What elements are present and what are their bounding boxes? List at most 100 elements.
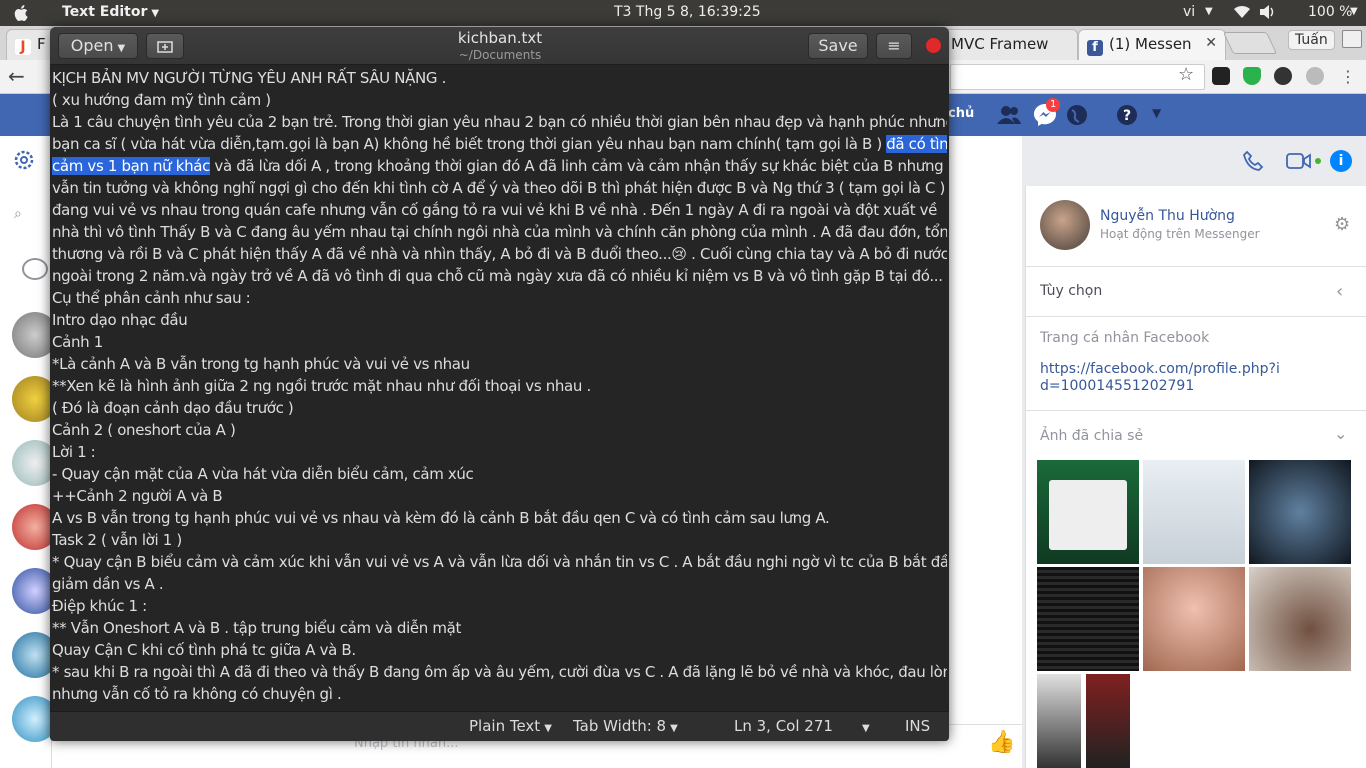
- info-icon[interactable]: i: [1330, 150, 1352, 172]
- profile-link[interactable]: https://facebook.com/profile.php?id=1000…: [1040, 361, 1280, 395]
- active-app-name: Text Editor: [62, 4, 148, 20]
- gear-icon[interactable]: ⚙: [1334, 214, 1350, 235]
- line-text: Cảnh 2 ( oneshort của A ): [52, 421, 236, 439]
- new-document-button[interactable]: [146, 33, 184, 59]
- chevron-left-icon[interactable]: ‹: [1336, 281, 1343, 302]
- new-tab-icon: [157, 41, 173, 53]
- shared-photo[interactable]: [1037, 460, 1139, 564]
- shared-photos-label[interactable]: Ảnh đã chia sẻ: [1040, 428, 1143, 444]
- shared-photo[interactable]: [1249, 567, 1351, 671]
- volume-icon[interactable]: [1258, 4, 1276, 20]
- language-selector[interactable]: Plain Text ▼: [469, 717, 552, 735]
- browser-tab[interactable]: MVC Framew: [942, 29, 1078, 60]
- chevron-down-icon[interactable]: ▼: [1205, 6, 1213, 17]
- help-icon[interactable]: ?: [1114, 102, 1140, 128]
- shield-icon[interactable]: [1243, 67, 1261, 85]
- friends-icon[interactable]: [996, 102, 1022, 128]
- system-top-bar: Text Editor ▼ T3 Thg 5 8, 16:39:25 vi ▼ 1…: [0, 0, 1366, 26]
- contact-name[interactable]: Nguyễn Thu Hường: [1100, 208, 1235, 224]
- facebook-icon: f: [1087, 40, 1103, 56]
- browser-tab-messenger[interactable]: f (1) Messen ✕: [1078, 29, 1226, 60]
- photo-thumbnail: [1049, 480, 1127, 550]
- chevron-down-icon: ▼: [151, 8, 160, 19]
- extension-icon[interactable]: [1274, 67, 1292, 85]
- chevron-down-icon[interactable]: ▼: [862, 717, 870, 735]
- line-text: bạn ca sĩ ( vừa hát vừa diễn,tạm.gọi là …: [52, 135, 887, 153]
- text-line: Cảnh 1: [52, 331, 947, 353]
- gear-icon[interactable]: [12, 148, 36, 172]
- wifi-icon[interactable]: [1233, 4, 1251, 20]
- extension-icon[interactable]: [1212, 67, 1230, 85]
- shared-photo[interactable]: [1037, 674, 1081, 768]
- close-icon[interactable]: ✕: [1205, 35, 1217, 51]
- line-text: ** Vẫn Oneshort A và B . tập trung biểu …: [52, 619, 462, 637]
- line-text: ( Đó là đoạn cảnh dạo đầu trước ): [52, 399, 294, 417]
- text-line: Là 1 câu chuyện tình yêu của 2 bạn trẻ. …: [52, 111, 947, 133]
- home-link[interactable]: chủ: [948, 106, 974, 121]
- conversation-actions: i: [1240, 146, 1360, 176]
- tab-title: F: [37, 35, 46, 53]
- browser-profile-button[interactable]: Tuấn: [1288, 30, 1335, 50]
- line-text: Task 2 ( vẫn lời 1 ): [52, 531, 182, 549]
- close-window-button[interactable]: [926, 38, 941, 53]
- tab-width-selector[interactable]: Tab Width: 8 ▼: [573, 717, 678, 735]
- text-line: Intro dạo nhạc đầu: [52, 309, 947, 331]
- selected-text: đã có tình: [886, 135, 947, 153]
- text-line: * sau khi B ra ngoài thì A đã đi theo và…: [52, 661, 947, 683]
- line-text: nhà thì vô tình Thấy B và C đang âu yếm …: [52, 223, 947, 241]
- chevron-down-icon[interactable]: ▼: [1152, 106, 1161, 120]
- text-line: giảm dần vs A .: [52, 573, 947, 595]
- hamburger-menu-icon[interactable]: ≡: [876, 33, 912, 59]
- globe-icon[interactable]: [1064, 102, 1090, 128]
- java-icon: J: [15, 39, 31, 55]
- text-line: Cụ thể phân cảnh như sau :: [52, 287, 947, 309]
- thumbs-up-icon[interactable]: 👍: [988, 730, 1015, 755]
- text-line: ** Vẫn Oneshort A và B . tập trung biểu …: [52, 617, 947, 639]
- text-line: thương và rồi B và C phát hiện thấy A đã…: [52, 243, 947, 265]
- phone-icon[interactable]: [1242, 150, 1264, 172]
- extension-icon[interactable]: [1306, 67, 1324, 85]
- chevron-down-icon[interactable]: ⌄: [1334, 424, 1347, 443]
- active-app-menu[interactable]: Text Editor ▼: [62, 4, 159, 20]
- text-line: Lời 1 :: [52, 441, 947, 463]
- back-arrow-icon[interactable]: ←: [8, 64, 25, 88]
- text-line: Task 2 ( vẫn lời 1 ): [52, 529, 947, 551]
- text-line: ngoài trong 2 năm.và ngày trở về A đã vô…: [52, 265, 947, 287]
- shared-photo[interactable]: [1086, 674, 1130, 768]
- shared-photo[interactable]: [1143, 567, 1245, 671]
- chevron-down-icon[interactable]: ▼: [1350, 6, 1358, 17]
- line-text: Intro dạo nhạc đầu: [52, 311, 188, 329]
- insert-mode-indicator[interactable]: INS: [905, 717, 930, 735]
- text-area[interactable]: KỊCH BẢN MV NGƯỜI TỪNG YÊU ANH RẤT SÂU N…: [50, 65, 949, 711]
- line-text: thương và rồi B và C phát hiện thấy A đã…: [52, 245, 947, 263]
- cursor-position[interactable]: Ln 3, Col 271: [734, 717, 833, 735]
- more-menu-icon[interactable]: ⋮: [1340, 67, 1358, 86]
- shared-photo[interactable]: [1143, 460, 1245, 564]
- save-button[interactable]: Save: [808, 33, 868, 59]
- open-button[interactable]: Open ▼: [58, 33, 138, 59]
- shared-photo[interactable]: [1249, 460, 1351, 564]
- contact-status: Hoạt động trên Messenger: [1100, 227, 1260, 241]
- chevron-down-icon: ▼: [670, 723, 678, 734]
- system-clock[interactable]: T3 Thg 5 8, 16:39:25: [614, 4, 761, 20]
- text-line: ( Đó là đoạn cảnh dạo đầu trước ): [52, 397, 947, 419]
- bookmark-star-icon[interactable]: ☆: [1178, 64, 1194, 85]
- input-language[interactable]: vi: [1183, 4, 1195, 20]
- battery-indicator[interactable]: 100 %: [1308, 4, 1352, 20]
- document-path: ~/Documents: [458, 48, 542, 62]
- window-restore-button[interactable]: [1342, 30, 1362, 48]
- new-tab-button[interactable]: [1222, 32, 1278, 54]
- search-icon[interactable]: ⌕: [14, 206, 22, 222]
- text-line: A vs B vẫn trong tg hạnh phúc vui vẻ vs …: [52, 507, 947, 529]
- contact-avatar[interactable]: [1040, 200, 1090, 250]
- text-line: * Quay cận B biểu cảm và cảm xúc khi vẫn…: [52, 551, 947, 573]
- address-input[interactable]: [950, 64, 1205, 90]
- apple-logo-icon[interactable]: [12, 3, 32, 23]
- line-text: *Là cảnh A và B vẫn trong tg hạnh phúc v…: [52, 355, 470, 373]
- options-section[interactable]: Tùy chọn: [1040, 283, 1102, 299]
- chevron-down-icon: ▼: [117, 43, 126, 54]
- video-camera-icon[interactable]: [1286, 152, 1312, 170]
- tab-title: (1) Messen: [1109, 35, 1192, 53]
- chat-bubble-icon[interactable]: [22, 258, 48, 280]
- shared-photo[interactable]: [1037, 567, 1139, 671]
